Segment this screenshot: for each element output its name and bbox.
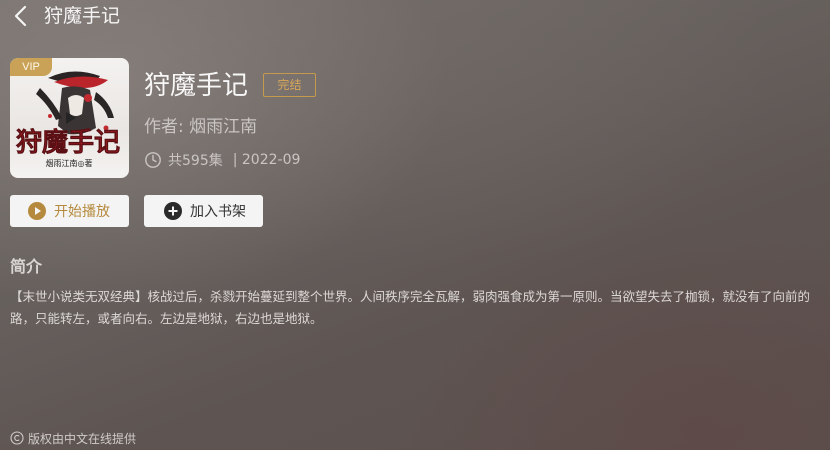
copyright-notice: 版权由中文在线提供 (10, 429, 136, 447)
cover-author: 烟雨江南◎著 (46, 158, 93, 168)
vip-badge: VIP (10, 58, 52, 76)
add-to-shelf-label: 加入书架 (190, 204, 246, 220)
clock-icon (145, 152, 161, 168)
intro-heading: 简介 (10, 257, 43, 276)
book-title: 狩魔手记 (144, 71, 249, 101)
plus-circle-icon (164, 202, 182, 220)
page-title: 狩魔手记 (44, 5, 121, 27)
back-button[interactable] (10, 4, 34, 28)
meta-row: 共595集 | 2022-09 (144, 149, 300, 171)
copyright-icon (10, 431, 24, 445)
copyright-text: 版权由中文在线提供 (28, 431, 137, 446)
intro-text: 【末世小说类无双经典】核战过后，杀戮开始蔓延到整个世界。人间秩序完全瓦解，弱肉强… (10, 289, 811, 326)
author: 作者: 烟雨江南 (144, 117, 258, 137)
episode-count: 共595集 (168, 153, 223, 169)
publish-date: | 2022-09 (232, 152, 301, 168)
chevron-left-icon (14, 5, 27, 27)
start-play-button[interactable]: 开始播放 (10, 195, 129, 227)
start-play-label: 开始播放 (54, 204, 110, 220)
book-cover[interactable]: VIP 狩魔手记 烟雨江南◎著 (10, 58, 129, 178)
add-to-shelf-button[interactable]: 加入书架 (144, 195, 263, 227)
play-icon[interactable] (65, 111, 77, 125)
status-badge: 完结 (263, 73, 316, 97)
top-bar: 狩魔手记 (0, 0, 830, 32)
play-circle-icon (28, 202, 46, 220)
cover-title: 狩魔手记 (16, 128, 120, 158)
